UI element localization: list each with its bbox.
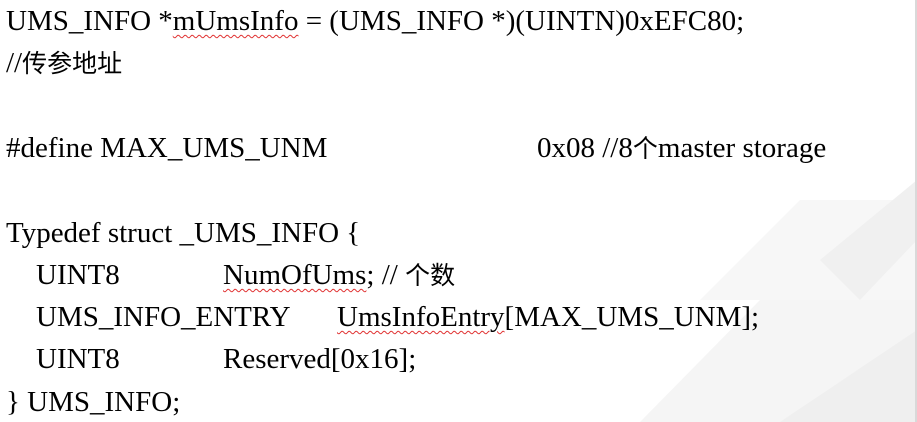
line7-field: Reserved[0x16]; [223, 343, 417, 375]
decoration-shape-2 [700, 200, 917, 300]
code-line-4: Typedef struct _UMS_INFO { [6, 216, 360, 250]
code-line-3-value: 0x08 //8个master storage [537, 131, 826, 165]
line5-after: ; // [366, 259, 406, 291]
line3-directive: #define MAX_UMS_UNM [6, 132, 328, 164]
code-line-8: } UMS_INFO; [6, 385, 180, 419]
line4-text: Typedef struct _UMS_INFO { [6, 217, 361, 249]
code-line-5-type: UINT8 [36, 258, 120, 292]
background-decoration [640, 180, 917, 422]
code-line-7-field: Reserved[0x16]; [223, 342, 416, 376]
line1-variable: mUmsInfo [172, 5, 299, 37]
decoration-shape-3 [780, 330, 917, 422]
code-line-5-field: NumOfUms; // 个数 [223, 258, 455, 292]
line5-field: NumOfUms [223, 259, 367, 291]
line3-value: 0x08 //8 [537, 132, 633, 164]
decoration-shape-4 [820, 180, 917, 300]
line1-type: UMS_INFO * [6, 5, 173, 37]
line6-after: [MAX_UMS_UNM]; [504, 301, 760, 333]
code-line-1: UMS_INFO *mUmsInfo = (UMS_INFO *)(UINTN)… [6, 4, 744, 38]
code-line-2: //传参地址 [6, 46, 122, 80]
line5-cjk: 个数 [405, 261, 456, 290]
code-line-6-field: UmsInfoEntry[MAX_UMS_UNM]; [337, 300, 759, 334]
line3-tail: master storage [657, 132, 827, 164]
document-page: UMS_INFO *mUmsInfo = (UMS_INFO *)(UINTN)… [0, 0, 917, 422]
code-line-6-type: UMS_INFO_ENTRY [36, 300, 291, 334]
line5-type: UINT8 [36, 259, 120, 291]
line7-type: UINT8 [36, 343, 120, 375]
line2-prefix: // [6, 47, 23, 79]
code-line-7-type: UINT8 [36, 342, 120, 376]
line6-field: UmsInfoEntry [337, 301, 505, 333]
line8-text: } UMS_INFO; [6, 386, 181, 418]
line1-rest: = (UMS_INFO *)(UINTN)0xEFC80; [298, 5, 745, 37]
line6-type: UMS_INFO_ENTRY [36, 301, 291, 333]
code-line-3: #define MAX_UMS_UNM [6, 131, 327, 165]
line2-comment: 传参地址 [22, 49, 123, 78]
line3-cjk: 个 [632, 134, 658, 163]
